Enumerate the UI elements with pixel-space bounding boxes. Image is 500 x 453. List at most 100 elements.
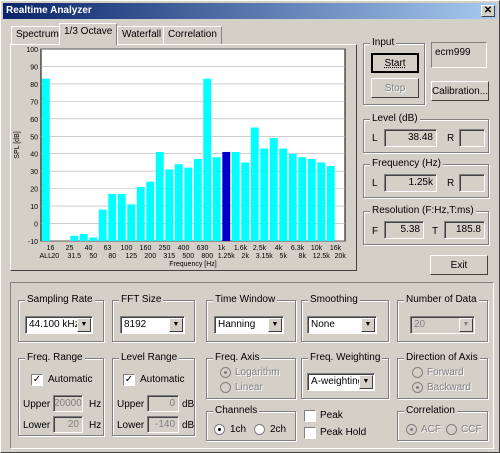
level-upper-unit: dB <box>182 399 195 410</box>
tab-correlation[interactable]: Correlation <box>163 26 222 44</box>
level-range-auto-label: Automatic <box>140 374 185 385</box>
x-tick-label-top: 1k <box>218 245 226 252</box>
frequency-r-label: R <box>447 178 455 189</box>
freq-range-auto-label: Automatic <box>48 374 93 385</box>
x-tick-label-bottom: 50 <box>89 253 97 260</box>
correlation-acf-radio[interactable] <box>406 424 417 435</box>
bar-6.3k <box>288 153 297 241</box>
level-r-value <box>459 129 485 147</box>
start-button[interactable]: Start <box>371 53 419 73</box>
resolution-group-label: Resolution (F:Hz,T:ms) <box>370 205 476 216</box>
bar-500 <box>184 167 193 241</box>
y-tick-label: 20 <box>30 187 38 194</box>
level-range-auto-checkbox[interactable]: ✓ <box>123 374 135 386</box>
bar-ALL <box>41 78 50 241</box>
tab-spectrum[interactable]: Spectrum <box>11 26 64 44</box>
x-tick-label-top: 16 <box>47 245 55 252</box>
y-tick-label: 50 <box>30 134 38 141</box>
freq-lower-label: Lower <box>23 420 51 431</box>
x-tick-label-top: 250 <box>159 245 171 252</box>
time-window-select[interactable]: Hanning ▼ <box>214 316 284 334</box>
tab-waterfall[interactable]: Waterfall <box>117 26 167 44</box>
bar-1.6k <box>231 151 240 241</box>
chevron-down-icon[interactable]: ▼ <box>459 318 473 332</box>
number-of-data-label: Number of Data <box>404 294 479 305</box>
channel-2ch-radio[interactable] <box>254 424 265 435</box>
stop-button[interactable]: Stop <box>371 78 419 98</box>
sampling-rate-select[interactable]: 44.100 kHz ▼ <box>25 316 93 334</box>
sampling-rate-label: Sampling Rate <box>25 294 95 305</box>
input-group-label: Input <box>370 37 397 48</box>
frequency-group-label: Frequency (Hz) <box>370 158 443 169</box>
freq-axis-log-label: Logarithm <box>235 367 280 378</box>
channel-1ch-label: 1ch <box>230 424 247 435</box>
bar-63 <box>98 209 107 241</box>
x-tick-label-bottom: 20 <box>51 253 59 260</box>
bar-16k <box>326 165 335 241</box>
freq-upper-input[interactable]: 20000 <box>53 395 83 412</box>
x-tick-label-bottom: 31.5 <box>67 253 81 260</box>
level-upper-label: Upper <box>117 399 145 410</box>
exit-button[interactable]: Exit <box>430 255 488 275</box>
chevron-down-icon[interactable]: ▼ <box>169 318 183 332</box>
x-tick-label-bottom: 5k <box>280 253 288 260</box>
tab-1-3-octave[interactable]: 1/3 Octave <box>59 23 118 45</box>
x-tick-label-bottom: 125 <box>125 253 137 260</box>
chevron-down-icon[interactable]: ▼ <box>77 318 91 332</box>
peak-checkbox[interactable] <box>304 410 316 422</box>
number-of-data-value: 20 <box>414 319 426 330</box>
frequency-r-value <box>459 174 485 192</box>
bar-50 <box>89 237 98 241</box>
y-tick-label: 40 <box>30 152 38 159</box>
chevron-down-icon[interactable]: ▼ <box>268 318 282 332</box>
smoothing-value: None <box>311 319 335 330</box>
correlation-ccf-label: CCF <box>461 424 482 435</box>
level-group-label: Level (dB) <box>370 113 420 124</box>
smoothing-select[interactable]: None ▼ <box>307 316 377 334</box>
correlation-ccf-radio[interactable] <box>446 424 457 435</box>
time-window-value: Hanning <box>218 319 256 330</box>
y-axis-label: SPL [dB] <box>14 131 21 158</box>
frequency-l-label: L <box>372 178 378 189</box>
y-tick-label: 90 <box>30 64 38 71</box>
correlation-acf-label: ACF <box>421 424 441 435</box>
bar-31.5 <box>70 235 79 241</box>
bar-4k <box>269 138 278 241</box>
freq-axis-lin-radio[interactable] <box>220 382 231 393</box>
freq-range-auto-checkbox[interactable]: ✓ <box>31 374 43 386</box>
x-tick-label-top: 630 <box>197 245 209 252</box>
close-icon[interactable]: ✕ <box>481 5 495 17</box>
level-lower-input[interactable]: -140 <box>147 416 179 433</box>
number-of-data-select[interactable]: 20 ▼ <box>410 316 475 334</box>
x-tick-label-bottom: ALL <box>40 253 53 260</box>
freq-axis-label: Freq. Axis <box>213 352 262 363</box>
direction-forward-radio[interactable] <box>412 367 423 378</box>
x-tick-label-bottom: 20k <box>335 253 347 260</box>
sampling-rate-value: 44.100 kHz <box>29 319 80 330</box>
channel-1ch-radio[interactable] <box>214 424 225 435</box>
x-tick-label-bottom: 8k <box>299 253 307 260</box>
freq-axis-log-radio[interactable] <box>220 367 231 378</box>
chevron-down-icon[interactable]: ▼ <box>359 375 373 389</box>
fft-size-select[interactable]: 8192 ▼ <box>120 316 185 334</box>
x-tick-label-top: 100 <box>121 245 133 252</box>
x-tick-label-top: 1.6k <box>234 245 248 252</box>
bar-160 <box>136 186 145 241</box>
x-tick-label-bottom: 2k <box>242 253 250 260</box>
freq-range-label: Freq. Range <box>25 352 85 363</box>
chevron-down-icon[interactable]: ▼ <box>361 318 375 332</box>
bar-8k <box>298 157 307 241</box>
freq-lower-input[interactable]: 20 <box>53 416 83 433</box>
bar-125 <box>127 204 136 241</box>
x-tick-label-top: 6.3k <box>291 245 305 252</box>
direction-backward-radio[interactable] <box>412 382 423 393</box>
x-tick-label-top: 4k <box>275 245 283 252</box>
freq-weighting-select[interactable]: A-weighting ▼ <box>307 373 375 391</box>
fft-size-label: FFT Size <box>119 294 164 305</box>
calibration-button[interactable]: Calibration... <box>431 81 489 101</box>
smoothing-label: Smoothing <box>308 294 360 305</box>
peak-hold-checkbox[interactable] <box>304 427 316 439</box>
resolution-t-label: T <box>432 226 439 237</box>
level-upper-input[interactable]: 0 <box>147 395 179 412</box>
bar-2k <box>241 162 250 241</box>
